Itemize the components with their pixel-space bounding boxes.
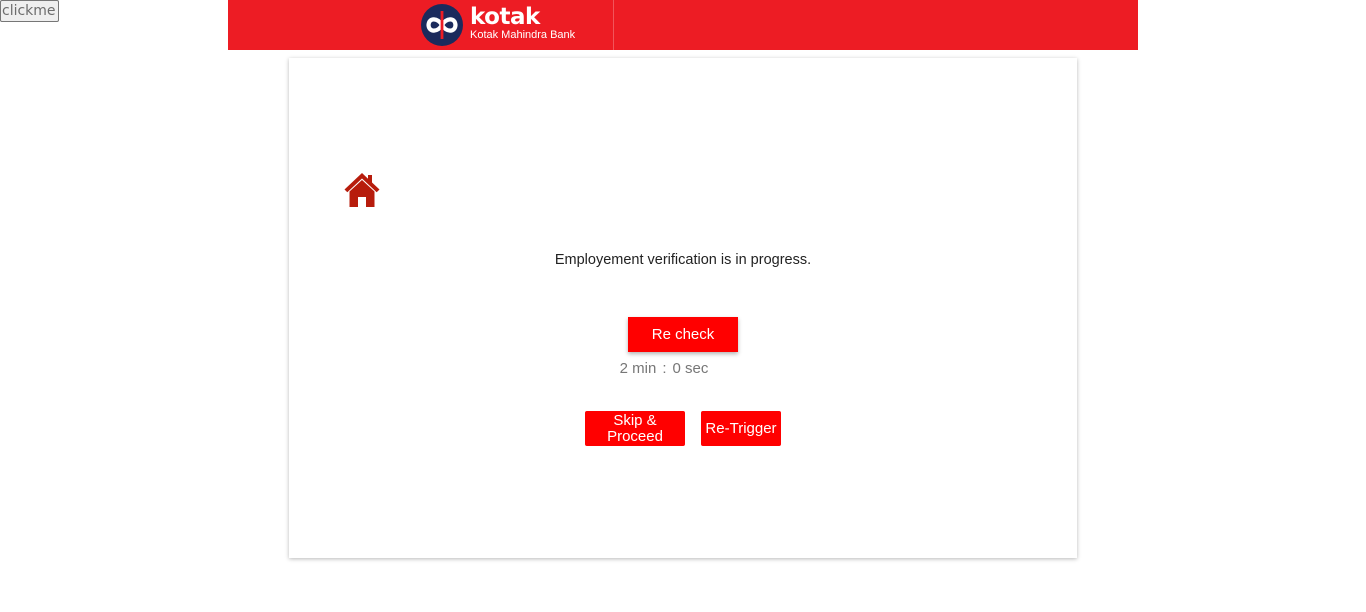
timer-minutes: 2 (619, 360, 628, 377)
verification-card: Employement verification is in progress.… (289, 58, 1077, 558)
skip-and-proceed-button[interactable]: Skip & Proceed (585, 411, 685, 446)
recheck-button[interactable]: Re check (628, 317, 738, 352)
clickme-button[interactable]: clickme (0, 0, 59, 22)
header-divider (613, 0, 614, 50)
timer-minutes-unit: min (632, 360, 657, 377)
retrigger-button[interactable]: Re-Trigger (701, 411, 781, 446)
brand-logo[interactable]: kotak Kotak Mahindra Bank (419, 3, 599, 47)
header-bar: kotak Kotak Mahindra Bank (228, 0, 1138, 50)
verification-status-message: Employement verification is in progress. (554, 252, 812, 268)
timer-seconds: 0 (672, 360, 681, 377)
timer-seconds-unit: sec (685, 360, 709, 377)
brand-name: kotak (470, 4, 540, 30)
countdown-timer: 2 min:0 sec (289, 360, 1039, 378)
kotak-infinity-logo-icon (421, 4, 463, 46)
brand-subtitle: Kotak Mahindra Bank (470, 29, 576, 41)
timer-separator: : (662, 360, 667, 377)
home-icon[interactable] (343, 170, 381, 208)
